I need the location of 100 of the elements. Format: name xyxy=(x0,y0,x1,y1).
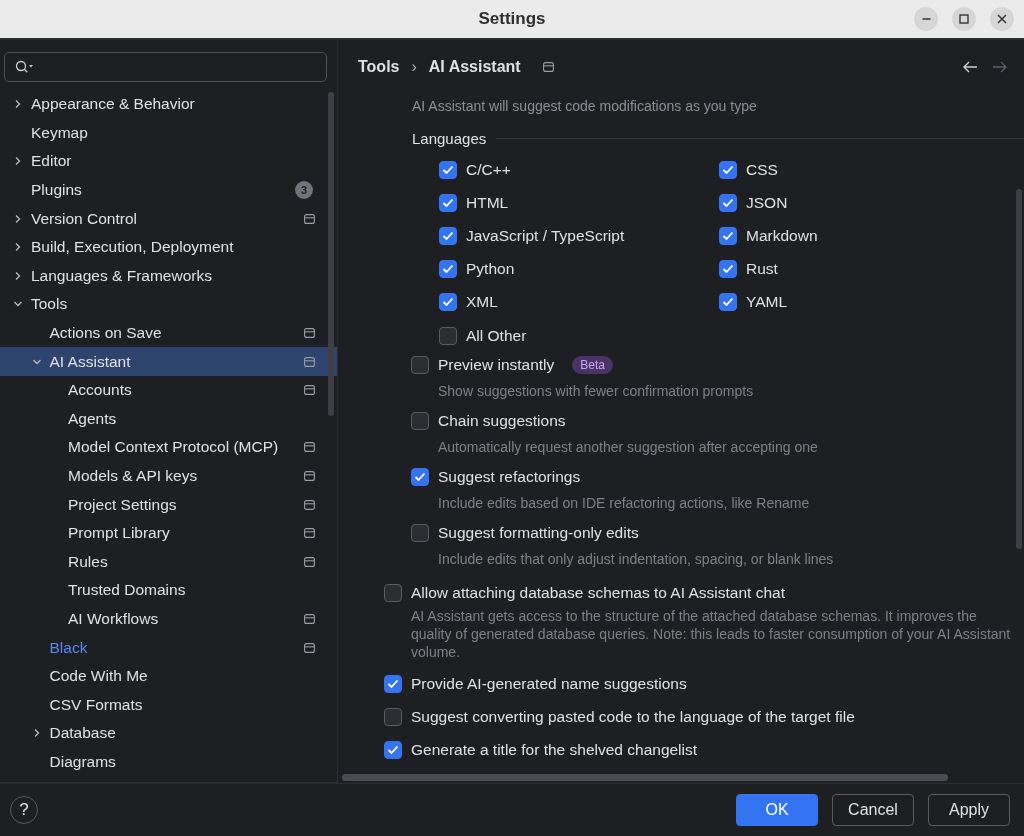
tree-item[interactable]: AI Workflows xyxy=(0,604,337,634)
tree-item[interactable]: AI Assistant xyxy=(0,347,337,376)
ok-button[interactable]: OK xyxy=(736,794,818,826)
checkbox-label: Suggest formatting-only edits xyxy=(438,524,639,543)
checkbox-label: Allow attaching database schemas to AI Assistant chat xyxy=(411,583,785,602)
checkbox[interactable] xyxy=(719,260,737,279)
checkbox[interactable] xyxy=(411,524,429,543)
check-icon xyxy=(442,297,454,308)
search-field[interactable] xyxy=(4,52,327,82)
tree-label: Agents xyxy=(68,409,117,428)
dialog-button[interactable]: Cancel xyxy=(832,794,914,826)
tree-label: Prompt Library xyxy=(68,524,170,543)
checkbox[interactable] xyxy=(384,707,402,726)
checkbox-label: All Other xyxy=(466,326,527,345)
checkbox-label: JavaScript / TypeScript xyxy=(466,226,625,245)
tree-item[interactable]: Plugins 3 xyxy=(0,175,337,205)
option-description: Automatically request another suggestion after accepting one xyxy=(437,438,819,457)
scrollbar[interactable] xyxy=(1016,189,1022,549)
checkbox-label: Rust xyxy=(746,260,778,279)
tree-label: Build, Execution, Deployment xyxy=(31,238,234,257)
option-description: Include edits that only adjust indentation, spacing, or blank lines xyxy=(437,550,835,569)
tree-label: Appearance & Behavior xyxy=(31,95,195,114)
checkbox-label: Suggest refactorings xyxy=(438,468,581,487)
tree-item[interactable]: Black xyxy=(0,633,337,662)
tree-item[interactable]: Agents xyxy=(0,404,337,434)
checkbox[interactable] xyxy=(411,468,429,487)
scrollbar[interactable] xyxy=(328,92,334,416)
checkbox[interactable] xyxy=(384,740,402,759)
tree-item[interactable]: Trusted Domains xyxy=(0,576,337,605)
tree-label: Actions on Save xyxy=(49,324,162,343)
checkbox-label: Generate a title for the shelved changelist xyxy=(411,740,698,759)
tree-label: Models & API keys xyxy=(68,467,198,485)
checkbox[interactable] xyxy=(719,293,737,312)
checkbox[interactable] xyxy=(439,160,457,179)
check-icon xyxy=(722,164,734,175)
tree-item[interactable]: CSV Formats xyxy=(0,690,337,720)
check-icon xyxy=(387,744,399,755)
tree-item[interactable]: Code With Me xyxy=(0,661,337,691)
checkbox-label: Suggest converting pasted code to the language of the target file xyxy=(411,707,855,726)
checkbox-label: CSS xyxy=(746,160,778,179)
checkbox-label: Chain suggestions xyxy=(438,412,566,431)
check-icon xyxy=(722,230,734,241)
tree-item[interactable]: Keymap xyxy=(0,118,337,148)
tree-label: Tools xyxy=(31,295,68,314)
checkbox-label: Provide AI-generated name suggestions xyxy=(411,674,687,693)
scrollbar[interactable] xyxy=(342,774,948,781)
forward-arrow-icon[interactable] xyxy=(992,60,1008,74)
tree-item[interactable]: Diagrams xyxy=(0,747,337,777)
tree-item[interactable]: Editor xyxy=(0,147,337,176)
tree-label: Plugins xyxy=(31,181,82,200)
checkbox[interactable] xyxy=(719,193,737,212)
breadcrumb-item[interactable]: AI Assistant xyxy=(428,58,521,76)
beta-badge: Beta xyxy=(572,356,613,375)
tree-item[interactable]: Prompt Library xyxy=(0,518,337,548)
tree-item[interactable]: Model Context Protocol (MCP) xyxy=(0,433,337,462)
tree-item[interactable]: Version Control xyxy=(0,204,337,233)
tree-item[interactable]: Actions on Save xyxy=(0,318,337,348)
close-icon xyxy=(997,14,1007,24)
tree-item[interactable]: Rules xyxy=(0,547,337,577)
search-icon xyxy=(15,60,35,74)
maximize-button[interactable] xyxy=(952,7,976,31)
window-title: Settings xyxy=(478,9,546,29)
checkbox[interactable] xyxy=(439,260,457,279)
checkbox[interactable] xyxy=(439,293,457,312)
option-description: Show suggestions with fewer confirmation prompts xyxy=(437,382,755,401)
description-text: AI Assistant will suggest code modifications as you type xyxy=(411,98,758,114)
dialog-button[interactable]: Apply xyxy=(928,794,1010,826)
checkbox[interactable] xyxy=(411,412,429,431)
tree-item[interactable]: Appearance & Behavior xyxy=(0,90,337,119)
tree-item[interactable]: Build, Execution, Deployment xyxy=(0,232,337,262)
tree-label: Languages & Frameworks xyxy=(31,266,212,285)
tree-label: Code With Me xyxy=(49,667,148,686)
checkbox[interactable] xyxy=(439,326,457,345)
tree-label: Keymap xyxy=(31,123,88,142)
check-icon xyxy=(387,678,399,689)
checkbox[interactable] xyxy=(439,226,457,245)
tree-item[interactable]: Database xyxy=(0,719,337,748)
checkbox[interactable] xyxy=(439,193,457,212)
checkbox-label: C/C++ xyxy=(466,160,511,179)
tree-label: Trusted Domains xyxy=(68,581,186,600)
checkbox[interactable] xyxy=(719,160,737,179)
tree-item[interactable]: Accounts xyxy=(0,375,337,405)
check-icon xyxy=(442,164,454,175)
check-icon xyxy=(722,297,734,308)
minimize-button[interactable] xyxy=(914,7,938,31)
checkbox[interactable] xyxy=(384,583,402,602)
close-button[interactable] xyxy=(990,7,1014,31)
tree-item[interactable]: Languages & Frameworks xyxy=(0,261,337,291)
checkbox[interactable] xyxy=(719,226,737,245)
tree-item[interactable]: Models & API keys xyxy=(0,461,337,491)
tree-label: Editor xyxy=(31,152,72,171)
tree-item[interactable]: Project Settings xyxy=(0,490,337,519)
checkbox[interactable] xyxy=(384,674,402,693)
tree-item[interactable]: Tools xyxy=(0,290,337,319)
tree-label: Diagrams xyxy=(49,752,116,771)
breadcrumb-item[interactable]: Tools xyxy=(358,58,400,76)
tree-label: Database xyxy=(49,724,116,743)
checkbox[interactable] xyxy=(411,356,429,375)
checkbox-label: JSON xyxy=(746,193,788,212)
back-arrow-icon[interactable] xyxy=(962,60,978,74)
